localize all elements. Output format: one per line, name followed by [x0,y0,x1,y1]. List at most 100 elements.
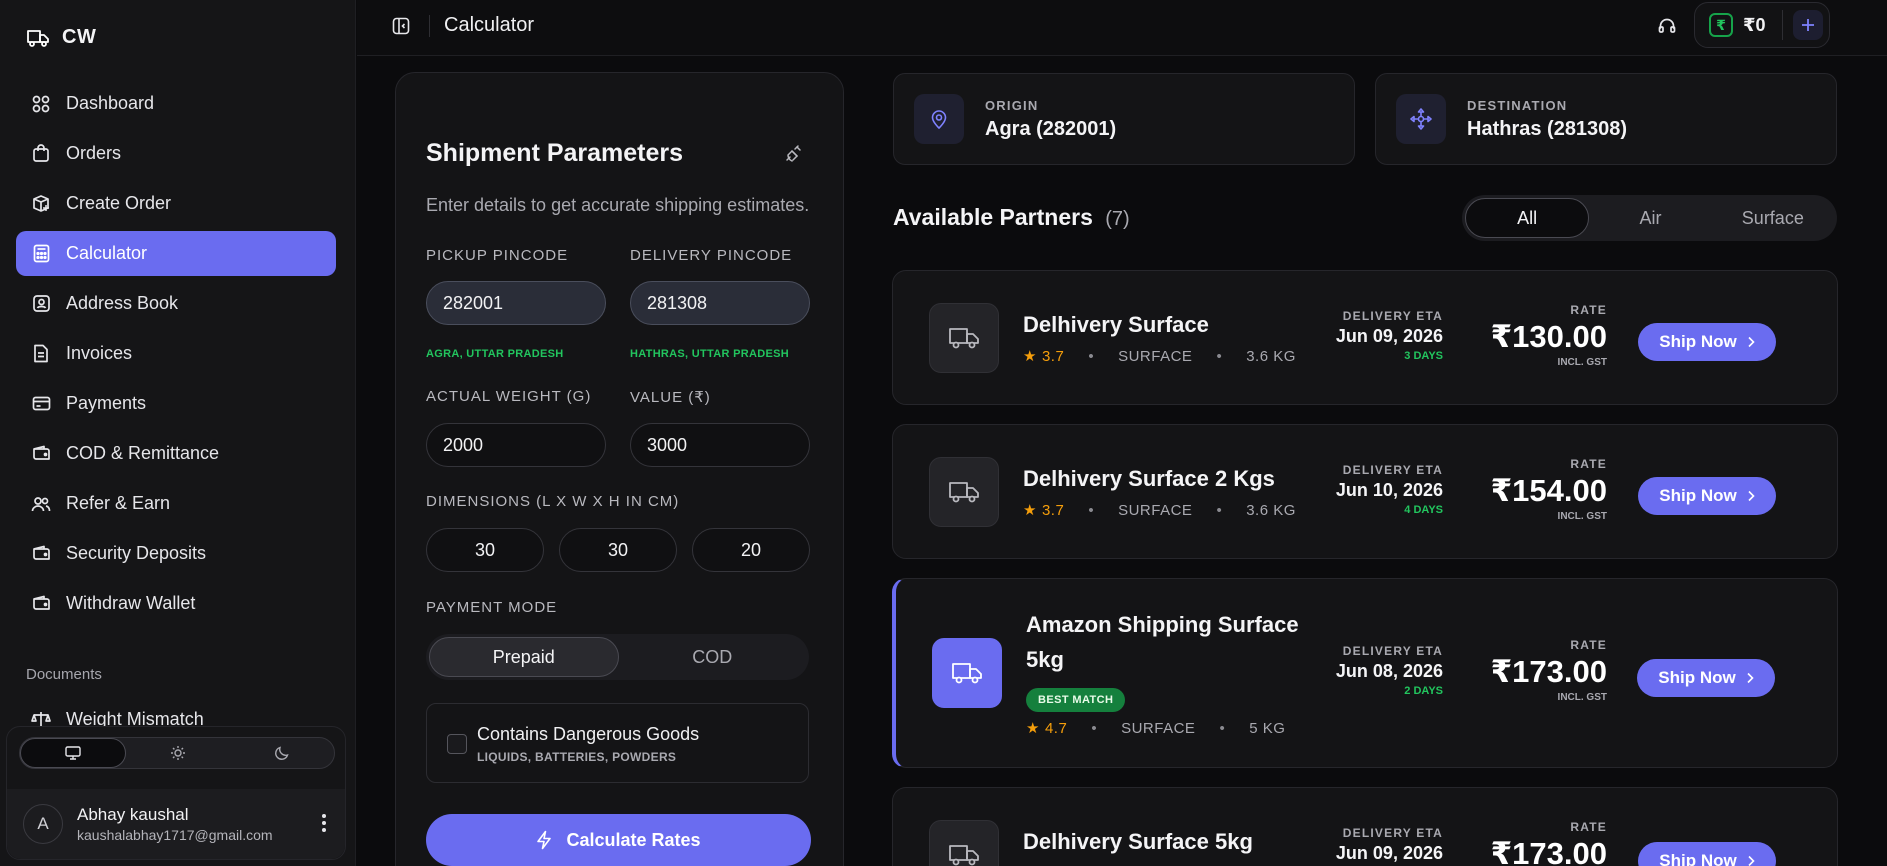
partner-mode: SURFACE [1118,347,1193,365]
delivery-pincode-input[interactable]: 281308 [630,281,810,325]
filter-surface-tab[interactable]: Surface [1712,198,1834,238]
rate: RATE ₹173.00 [1491,820,1607,866]
partner-name-line2: 5kg [1026,647,1064,672]
sidebar-item-orders[interactable]: Orders [16,131,336,176]
sidebar-item-address-book[interactable]: Address Book [16,281,336,326]
sidebar-item-label: Calculator [66,243,148,263]
wallet-icon [30,443,52,465]
topbar: Calculator ₹ ₹0 [357,0,1887,56]
filter-air-tab[interactable]: Air [1589,198,1711,238]
crosshair-icon [1396,94,1446,144]
pickup-pincode-input[interactable]: 282001 [426,281,606,325]
chevron-right-icon [1746,672,1754,684]
sidebar-item-create-order[interactable]: Create Order [16,181,336,226]
theme-light-option[interactable] [126,738,230,768]
more-vertical-icon[interactable] [321,813,327,833]
rate-label: RATE [1570,820,1607,834]
ship-now-button[interactable]: Ship Now [1638,323,1776,361]
payment-cod-option[interactable]: COD [619,637,807,677]
ship-now-button[interactable]: Ship Now [1638,477,1776,515]
origin-card: ORIGIN Agra (282001) [893,73,1355,165]
destination-label: DESTINATION [1467,98,1568,113]
sidebar-item-security-deposits[interactable]: Security Deposits [16,531,336,576]
theme-switch [19,737,335,769]
section-label-documents: Documents [26,666,102,683]
ship-now-label: Ship Now [1659,851,1737,866]
partner-meta: ★ 3.7 • SURFACE • 3.6 KG [1023,347,1296,366]
partner-rating: 3.7 [1041,501,1065,519]
add-funds-button[interactable] [1792,10,1823,40]
rate-label: RATE [1570,303,1607,317]
ship-now-button[interactable]: Ship Now [1638,842,1776,866]
sidebar: CW Dashboard Orders Create Order Calcula… [0,0,356,866]
sidebar-item-payments[interactable]: Payments [16,381,336,426]
address-book-icon [30,293,52,315]
sidebar-item-cod-remittance[interactable]: COD & Remittance [16,431,336,476]
user-name: Abhay kaushal [77,805,189,824]
partner-card-best-match: Amazon Shipping Surface 5kg BEST MATCH ★… [892,578,1838,768]
chevron-right-icon [1747,336,1755,348]
sidebar-toggle-icon[interactable] [391,16,411,36]
calculate-rates-button[interactable]: Calculate Rates [426,814,811,866]
sidebar-item-label: COD & Remittance [66,443,220,463]
separator-dot: • [1091,719,1098,737]
dangerous-goods-checkbox[interactable] [447,734,467,754]
truck-icon [932,638,1002,708]
width-input[interactable]: 30 [559,528,677,572]
calculate-rates-label: Calculate Rates [566,829,701,850]
ship-now-button[interactable]: Ship Now [1637,659,1775,697]
lightning-icon [536,830,552,850]
eta-date: Jun 08, 2026 [1335,661,1443,681]
dashboard-icon [30,93,52,115]
eta-date: Jun 10, 2026 [1335,480,1443,500]
weight-label: ACTUAL WEIGHT (G) [426,388,592,405]
sidebar-item-calculator[interactable]: Calculator [16,231,336,276]
sidebar-item-label: Dashboard [66,93,155,113]
partner-weight: 3.6 KG [1246,347,1296,365]
value-input[interactable]: 3000 [630,423,810,467]
origin-label: ORIGIN [985,98,1039,113]
sidebar-item-withdraw-wallet[interactable]: Withdraw Wallet [16,581,336,626]
height-input[interactable]: 20 [692,528,810,572]
chevron-right-icon [1747,490,1755,502]
payment-prepaid-option[interactable]: Prepaid [429,637,619,677]
filter-all-tab[interactable]: All [1465,198,1590,238]
eta-label: DELIVERY ETA [1342,644,1443,658]
sidebar-item-label: Payments [66,393,147,413]
separator-dot: • [1088,347,1095,365]
headset-icon[interactable] [1657,16,1677,36]
sidebar-item-invoices[interactable]: Invoices [16,331,336,376]
origin-value: Agra (282001) [985,118,1117,140]
sidebar-nav: Dashboard Orders Create Order Calculator… [16,81,336,631]
brand-name: CW [62,26,97,48]
params-subtitle: Enter details to get accurate shipping e… [426,195,810,215]
calculator-icon [30,243,52,265]
length-input[interactable]: 30 [426,528,544,572]
reset-icon[interactable] [784,143,804,163]
sidebar-item-refer-earn[interactable]: Refer & Earn [16,481,336,526]
theme-system-option[interactable] [20,738,126,768]
theme-dark-option[interactable] [230,738,334,768]
destination-card: DESTINATION Hathras (281308) [1375,73,1837,165]
delivery-eta: DELIVERY ETA Jun 09, 2026 [1336,826,1443,864]
truck-icon [929,303,999,373]
user-profile[interactable]: A Abhay kaushal kaushalabhay1717@gmail.c… [7,789,345,859]
sidebar-item-dashboard[interactable]: Dashboard [16,81,336,126]
partner-weight: 3.6 KG [1246,501,1296,519]
delivery-location-hint: HATHRAS, UTTAR PRADESH [630,348,789,360]
dangerous-goods-box[interactable]: Contains Dangerous Goods LIQUIDS, BATTER… [426,703,809,783]
user-email: kaushalabhay1717@gmail.com [77,827,273,843]
weight-input[interactable]: 2000 [426,423,606,467]
wallet-balance[interactable]: ₹ ₹0 [1694,2,1830,48]
eta-date: Jun 09, 2026 [1335,843,1443,863]
brand[interactable]: CW [26,26,96,49]
rate-value: ₹154.00 [1490,473,1607,508]
rate-value: ₹173.00 [1490,654,1607,689]
partner-card: Delhivery Surface 5kg DELIVERY ETA Jun 0… [892,787,1838,866]
value-label: VALUE (₹) [630,389,711,406]
topbar-left: Calculator [391,14,534,37]
rupee-icon: ₹ [1709,13,1733,37]
partners-count: (7) [1105,208,1130,230]
separator-dot: • [1088,501,1095,519]
eta-label: DELIVERY ETA [1342,463,1443,477]
